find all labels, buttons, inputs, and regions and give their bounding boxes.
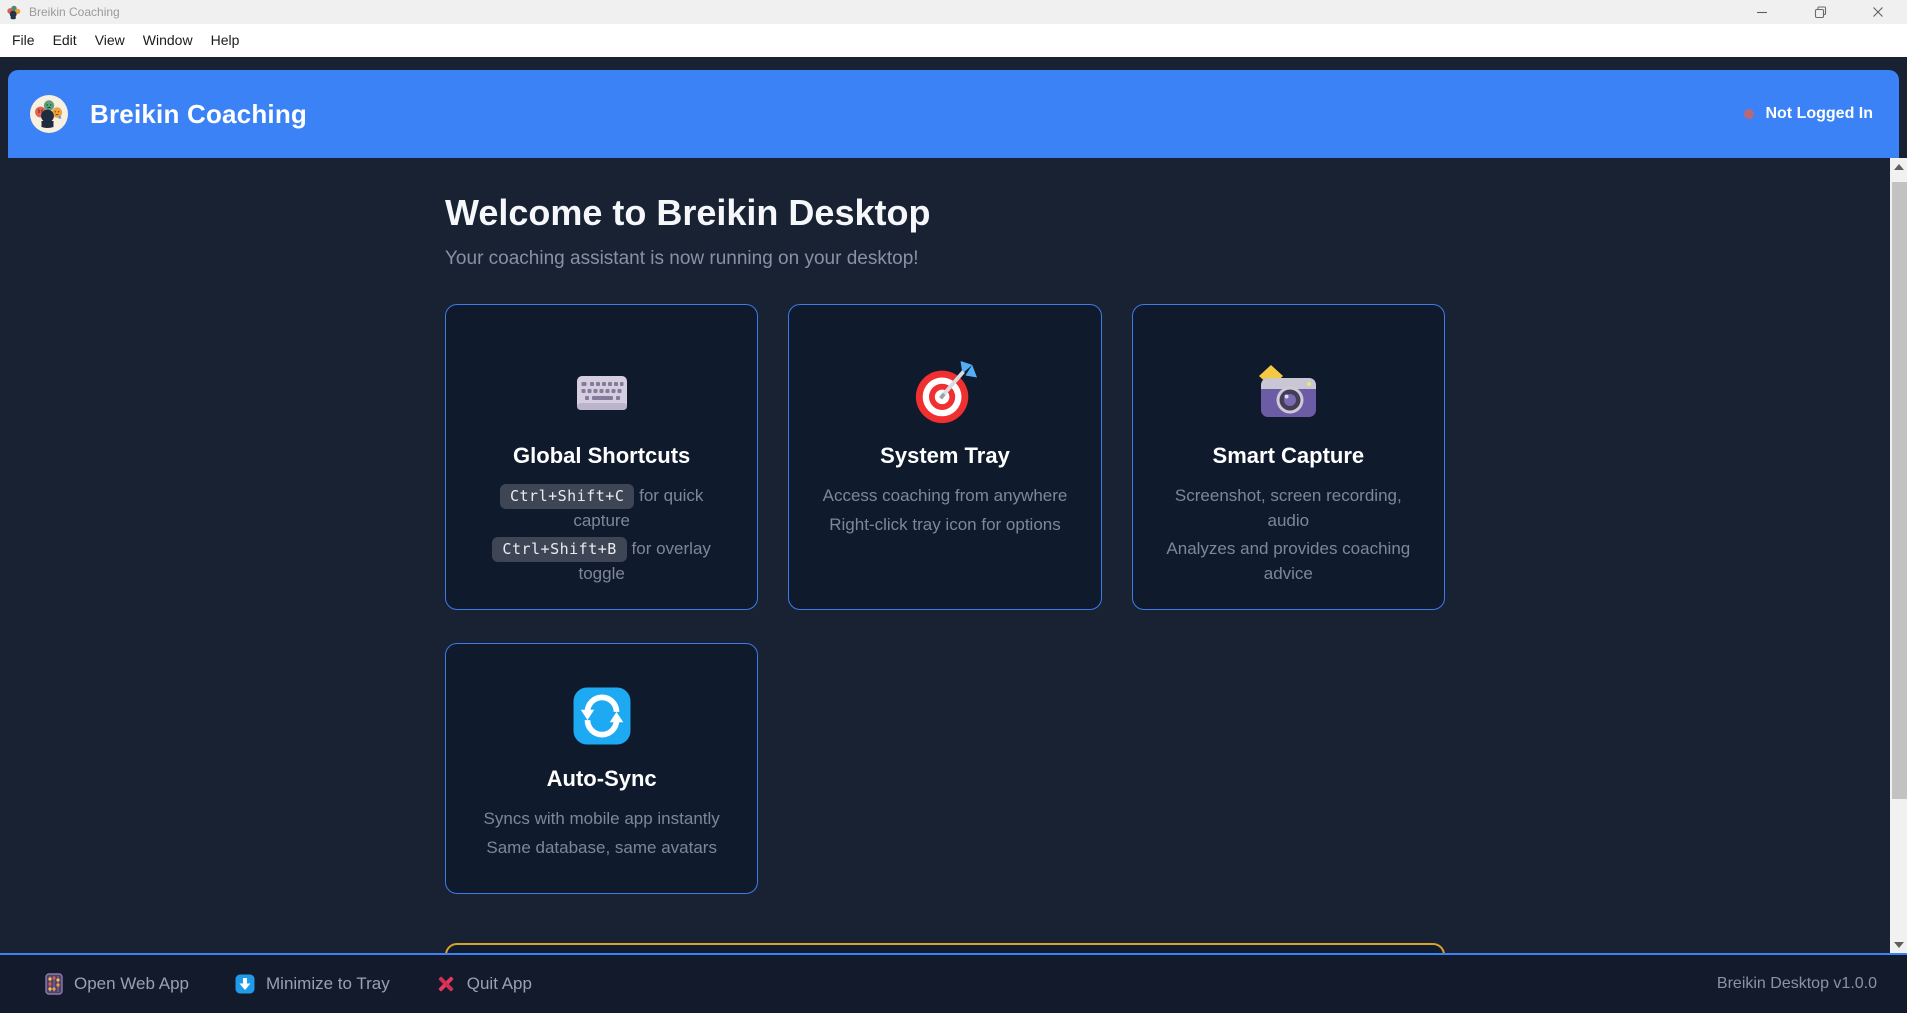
vertical-scrollbar[interactable] [1890, 158, 1907, 953]
card-title: Smart Capture [1157, 443, 1420, 469]
open-web-app-button[interactable]: Open Web App [45, 973, 189, 995]
page-title: Welcome to Breikin Desktop [445, 192, 1445, 234]
open-web-app-label: Open Web App [74, 974, 189, 994]
status-dot-icon [1744, 109, 1754, 119]
minimize-to-tray-button[interactable]: Minimize to Tray [235, 974, 390, 994]
card-title: System Tray [813, 443, 1076, 469]
minimize-to-tray-label: Minimize to Tray [266, 974, 390, 994]
card-auto-sync: Auto-Sync Syncs with mobile app instantl… [445, 643, 758, 894]
quit-x-icon [436, 974, 456, 994]
arrow-up-icon [1894, 164, 1904, 170]
window-title: Breikin Coaching [29, 5, 120, 19]
sync-arrows-icon [573, 687, 631, 745]
target-dart-icon [912, 360, 978, 426]
minimize-button[interactable] [1733, 0, 1791, 24]
content-row: Welcome to Breikin Desktop Your coaching… [0, 158, 1907, 953]
scrollbar-thumb[interactable] [1892, 182, 1907, 799]
menu-help[interactable]: Help [202, 24, 249, 57]
app-header: Breikin Coaching Not Logged In [8, 70, 1899, 158]
card-line: Analyzes and provides coaching advice [1157, 537, 1420, 586]
app-title: Breikin Coaching [90, 99, 307, 130]
close-button[interactable] [1849, 0, 1907, 24]
window-titlebar: Breikin Coaching [0, 0, 1907, 24]
card-line: Screenshot, screen recording, audio [1157, 484, 1420, 533]
scroll-down-button[interactable] [1890, 936, 1907, 953]
scroll-up-button[interactable] [1890, 158, 1907, 175]
card-body: Ctrl+Shift+C for quick capture Ctrl+Shif… [470, 484, 733, 587]
tray-down-icon [235, 974, 255, 994]
abacus-icon [45, 973, 63, 995]
menu-file[interactable]: File [3, 24, 44, 57]
card-line: Access coaching from anywhere [813, 484, 1076, 509]
amber-panel-partial [445, 943, 1445, 953]
kbd-chip: Ctrl+Shift+B [492, 537, 626, 562]
card-line: Right-click tray icon for options [813, 513, 1076, 538]
window-controls [1733, 0, 1907, 24]
quit-app-label: Quit App [467, 974, 532, 994]
app-version-text: Breikin Desktop v1.0.0 [1717, 975, 1877, 993]
close-icon [1872, 6, 1884, 18]
app-footer: Open Web App Minimize to Tray Quit App B… [0, 953, 1907, 1013]
quit-app-button[interactable]: Quit App [436, 974, 532, 994]
card-system-tray: System Tray Access coaching from anywher… [788, 304, 1101, 610]
card-title: Auto-Sync [470, 766, 733, 792]
card-body: Access coaching from anywhere Right-clic… [813, 484, 1076, 537]
menu-view[interactable]: View [86, 24, 134, 57]
menubar: File Edit View Window Help [0, 24, 1907, 57]
arrow-down-icon [1894, 942, 1904, 948]
card-title: Global Shortcuts [470, 443, 733, 469]
restore-icon [1814, 6, 1827, 19]
keyboard-icon [576, 373, 628, 413]
minimize-icon [1756, 6, 1768, 18]
card-smart-capture: Smart Capture Screenshot, screen recordi… [1132, 304, 1445, 610]
card-global-shortcuts: Global Shortcuts Ctrl+Shift+C for quick … [445, 304, 758, 610]
page-subtitle: Your coaching assistant is now running o… [445, 248, 1445, 270]
card-line: Syncs with mobile app instantly [470, 807, 733, 832]
maximize-restore-button[interactable] [1791, 0, 1849, 24]
menu-edit[interactable]: Edit [44, 24, 86, 57]
app-icon [6, 4, 22, 20]
login-status-badge: Not Logged In [1744, 105, 1873, 123]
menu-window[interactable]: Window [134, 24, 202, 57]
card-line: Same database, same avatars [470, 836, 733, 861]
card-body: Screenshot, screen recording, audio Anal… [1157, 484, 1420, 587]
main-scroll-area: Welcome to Breikin Desktop Your coaching… [0, 158, 1890, 953]
camera-flash-icon [1256, 364, 1320, 422]
card-body: Syncs with mobile app instantly Same dat… [470, 807, 733, 860]
login-status-text: Not Logged In [1765, 105, 1873, 123]
app-shell: Breikin Coaching Not Logged In Welcome t… [0, 57, 1907, 1013]
coaching-faces-logo [30, 95, 68, 133]
kbd-chip: Ctrl+Shift+C [500, 484, 634, 509]
feature-cards-grid: Global Shortcuts Ctrl+Shift+C for quick … [445, 304, 1445, 894]
